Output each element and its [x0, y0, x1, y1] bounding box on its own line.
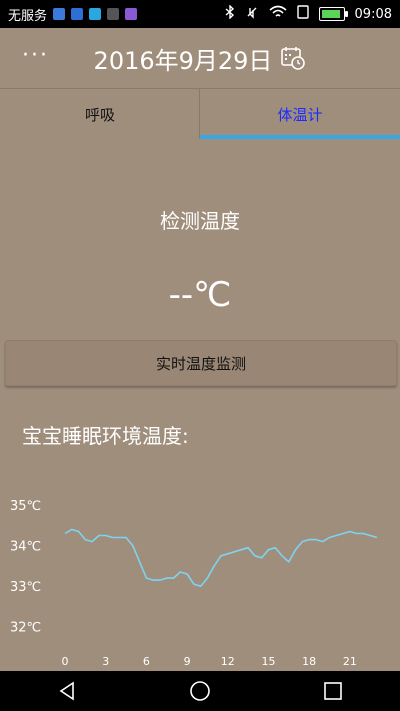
date-title[interactable]: 2016年9月29日: [94, 41, 307, 76]
more-menu-button[interactable]: ···: [22, 42, 49, 70]
app-icon-b: [71, 8, 84, 20]
status-right: 09:08: [225, 4, 392, 23]
temperature-chart: 35℃ 34℃ 33℃ 32℃ 0 3 6 9 12 15 18 21: [10, 499, 378, 668]
tab-bar: 呼吸 体温计: [0, 88, 400, 139]
tab-breathing[interactable]: 呼吸: [0, 89, 200, 139]
bluetooth-icon: [225, 4, 235, 23]
wifi-icon: [269, 5, 287, 23]
app-header: ··· 2016年9月29日: [0, 28, 400, 88]
x-tick-label: 0: [62, 655, 69, 668]
status-left: 无服务: [8, 5, 138, 24]
y-tick-label: 35℃: [10, 499, 41, 514]
status-bar: 无服务 09:08: [0, 0, 400, 28]
x-tick-label: 12: [221, 655, 235, 668]
image-icon: [107, 8, 120, 20]
app-icon-a: [53, 8, 66, 20]
home-icon[interactable]: [188, 679, 212, 703]
temperature-value: --℃: [168, 275, 232, 315]
sim-icon: [296, 5, 309, 23]
x-tick-label: 6: [143, 655, 150, 668]
y-tick-label: 34℃: [10, 540, 41, 555]
x-tick-label: 9: [184, 655, 191, 668]
detect-temperature-label: 检测温度: [160, 209, 240, 233]
mail-icon: [125, 8, 138, 20]
env-temperature-label: 宝宝睡眠环境温度:: [22, 424, 189, 448]
usb-icon: [89, 8, 102, 20]
battery-fill: [321, 10, 340, 18]
temperature-series-line: [64, 528, 378, 587]
date-label: 2016年9月29日: [93, 46, 273, 75]
back-icon[interactable]: [55, 679, 79, 703]
x-tick-label: 21: [343, 655, 357, 668]
tab-thermometer[interactable]: 体温计: [200, 89, 400, 139]
x-tick-label: 15: [261, 655, 275, 668]
mute-icon: [245, 5, 259, 23]
recent-apps-icon[interactable]: [321, 679, 345, 703]
y-tick-label: 33℃: [10, 580, 41, 595]
status-time: 09:08: [354, 6, 392, 22]
y-tick-label: 32℃: [10, 621, 41, 636]
nav-bar: [0, 671, 400, 711]
x-tick-label: 3: [102, 655, 109, 668]
carrier-label: 无服务: [8, 8, 48, 24]
calendar-clock-icon[interactable]: [280, 45, 306, 71]
realtime-monitor-button[interactable]: 实时温度监测: [5, 340, 397, 386]
x-tick-label: 18: [302, 655, 316, 668]
battery-icon: [318, 7, 348, 21]
